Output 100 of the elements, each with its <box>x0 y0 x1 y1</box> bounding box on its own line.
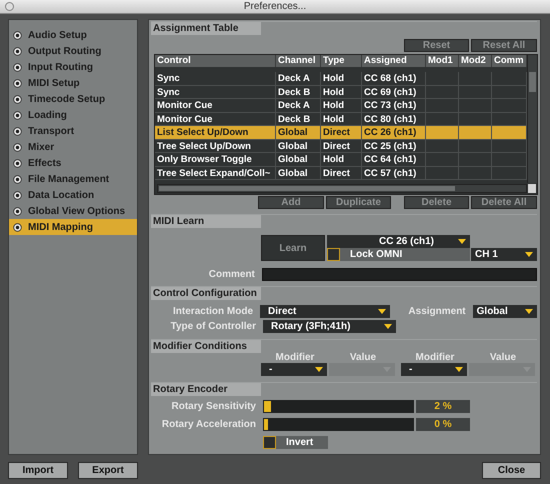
window-button-icon[interactable] <box>5 2 14 11</box>
footer-button[interactable]: Export <box>78 462 138 479</box>
table-cell: Hold <box>321 72 362 84</box>
field-label: Rotary Acceleration <box>160 419 256 430</box>
table-cell: Hold <box>321 112 362 125</box>
sidebar-item[interactable]: MIDI Setup <box>9 75 137 91</box>
vertical-scrollbar[interactable] <box>527 55 537 183</box>
table-row[interactable]: Only Browser Toggle Global Hold CC 64 (ch1) <box>155 153 527 166</box>
table-row[interactable]: List Select Up/Down Global Direct CC 26 (ch1) <box>155 126 527 140</box>
table-cell: Global <box>276 140 321 152</box>
column-header[interactable]: Assigned <box>362 55 426 67</box>
table-cell: CC 57 (ch1) <box>362 166 426 179</box>
table-cell: Global <box>276 153 321 166</box>
table-cell: CC 73 (ch1) <box>362 99 426 112</box>
table-cell: Deck B <box>276 112 321 125</box>
column-header[interactable]: Control <box>155 55 276 67</box>
field-label: Type of Controller <box>170 321 256 332</box>
checkbox[interactable]: Lock OMNI <box>327 248 470 261</box>
window-title: Preferences... <box>244 1 308 12</box>
table-cell: Monitor Cue <box>155 112 276 125</box>
slider-fill[interactable] <box>264 401 271 412</box>
sidebar-item[interactable]: Effects <box>9 155 137 171</box>
table-row[interactable]: Monitor Cue Deck A Hold CC 73 (ch1) <box>155 99 527 112</box>
table-cell: Deck A <box>276 72 321 84</box>
slider-value: 0 % <box>416 418 470 431</box>
column-header[interactable]: Mod2 <box>459 55 492 67</box>
field-label: Comment <box>208 269 255 280</box>
sidebar-item[interactable]: Mixer <box>9 139 137 155</box>
table-cell: Direct <box>321 126 362 138</box>
footer-button[interactable]: Import <box>8 462 68 479</box>
table-cell: Hold <box>321 99 362 112</box>
table-cell: Global <box>276 166 321 179</box>
section-title: Rotary Encoder <box>151 383 261 396</box>
sidebar-item[interactable]: File Management <box>9 171 137 187</box>
slider-fill[interactable] <box>264 419 268 430</box>
sidebar-item[interactable]: Transport <box>9 123 137 139</box>
caret-icon <box>455 367 463 372</box>
sidebar-item[interactable]: Loading <box>9 107 137 123</box>
dropdown[interactable]: Global <box>472 305 537 318</box>
table-cell: CC 25 (ch1) <box>362 140 426 152</box>
caret-icon <box>384 324 392 329</box>
dropdown[interactable]: Direct <box>260 305 390 318</box>
table-cell: Global <box>276 126 321 138</box>
caret-icon <box>458 239 466 244</box>
table-cell: Tree Select Up/Down <box>155 140 276 152</box>
column-label: Value <box>488 353 518 363</box>
table-cell: Deck B <box>276 86 321 98</box>
table-cell: List Select Up/Down <box>155 126 276 138</box>
table-cell: Direct <box>321 166 362 179</box>
table-cell: Hold <box>321 86 362 98</box>
checkbox[interactable]: Invert <box>263 436 328 449</box>
field-label: Interaction Mode <box>172 306 254 317</box>
section-title: Control Configuration <box>151 287 261 300</box>
table-cell: CC 69 (ch1) <box>362 86 426 98</box>
table-cell: CC 64 (ch1) <box>362 153 426 166</box>
caret-icon <box>378 309 386 314</box>
table-row[interactable]: Tree Select Expand/Coll~ Global Direct CC 57 (ch1) <box>155 166 527 180</box>
sidebar-item[interactable]: MIDI Mapping <box>9 219 137 235</box>
column-header[interactable]: Channel <box>276 55 321 67</box>
caret-icon <box>525 252 533 257</box>
slider[interactable] <box>263 418 414 431</box>
checkbox-box[interactable] <box>327 248 340 261</box>
checkbox-box[interactable] <box>263 436 276 449</box>
sidebar-item[interactable]: Data Location <box>9 187 137 203</box>
table-cell: Direct <box>321 140 362 152</box>
comment-field[interactable] <box>262 268 537 281</box>
table-cell: Only Browser Toggle <box>155 153 276 166</box>
slider[interactable] <box>263 400 414 413</box>
slider-value: 2 % <box>416 400 470 413</box>
table-cell: Hold <box>321 153 362 166</box>
dropdown[interactable]: - <box>261 363 327 376</box>
table-cell: Sync <box>155 86 276 98</box>
sidebar-item[interactable]: Audio Setup <box>9 27 137 43</box>
field-label: Assignment <box>407 306 466 317</box>
table-cell: Sync <box>155 72 276 84</box>
close-button[interactable]: Close <box>482 462 541 479</box>
column-label: Modifier <box>414 353 456 363</box>
table-cell: Monitor Cue <box>155 99 276 112</box>
table-row[interactable]: Sync Deck B Hold CC 69 (ch1) <box>155 86 527 99</box>
sidebar-item[interactable]: Output Routing <box>9 43 137 59</box>
dropdown[interactable]: CC 26 (ch1) <box>327 235 470 248</box>
table-row[interactable]: Sync Deck A Hold CC 68 (ch1) <box>155 72 527 86</box>
caret-icon <box>525 309 533 314</box>
field-label: Rotary Sensitivity <box>170 401 256 412</box>
horizontal-scrollbar[interactable] <box>157 184 527 193</box>
dropdown[interactable]: Rotary (3Fh;41h) <box>263 320 396 333</box>
table-cell: CC 80 (ch1) <box>362 112 426 125</box>
column-label: Value <box>348 353 378 363</box>
column-header[interactable]: Mod1 <box>426 55 459 67</box>
sidebar-item[interactable]: Global View Options <box>9 203 137 219</box>
sidebar-item[interactable]: Input Routing <box>9 59 137 75</box>
sidebar-item[interactable]: Timecode Setup <box>9 91 137 107</box>
table-cell: CC 26 (ch1) <box>362 126 426 138</box>
checkbox-label: Lock OMNI <box>349 249 402 260</box>
checkbox-label: Invert <box>285 437 314 448</box>
column-header[interactable]: Type <box>321 55 362 67</box>
dropdown[interactable]: CH 1 <box>471 248 537 261</box>
section-title: Assignment Table <box>151 22 261 35</box>
table-row[interactable]: Tree Select Up/Down Global Direct CC 25 (ch1) <box>155 140 527 153</box>
dropdown[interactable]: - <box>401 363 467 376</box>
